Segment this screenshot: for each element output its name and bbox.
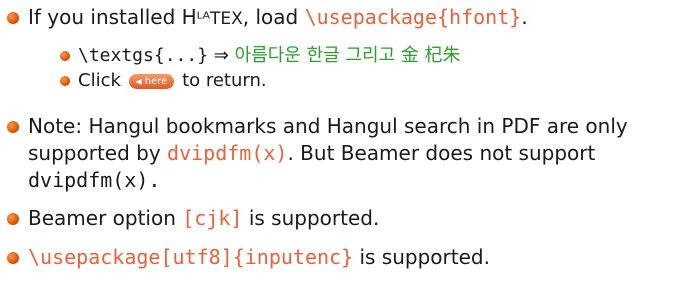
item-text-prefix: If you installed H (28, 5, 197, 29)
here-label: here (144, 76, 168, 87)
latex-logo: ᴸᴬTEX (196, 9, 243, 29)
bullet-icon (7, 12, 19, 24)
click-text: Click (78, 70, 121, 91)
note-line-3: dvipdfm(x). (28, 168, 161, 192)
korean-sample: 아름다운 한글 그리고 金 杞朱 (234, 45, 461, 66)
hfont-code: \usepackage{hfont} (304, 5, 522, 29)
note-line-1: Note: Hangul bookmarks and Hangul search… (28, 114, 628, 138)
bullet-icon (7, 213, 19, 225)
cjk-text: Beamer option (28, 206, 183, 230)
dvipdfm-code: dvipdfm(x) (167, 141, 288, 165)
cjk-suffix: is supported. (242, 206, 380, 230)
bullet-item-inputenc: \usepackage[utf8]{inputenc} is supported… (7, 244, 687, 271)
item-text-suffix: . (521, 5, 528, 29)
subitem-click-here: Click ◀ here to return. (60, 69, 687, 93)
here-button[interactable]: ◀ here (128, 74, 175, 89)
bullet-icon (60, 76, 70, 86)
bullet-item-hfont: If you installed HᴸᴬTEX, load \usepackag… (7, 4, 687, 33)
note-line-2a: supported by (28, 141, 168, 165)
cjk-code: [cjk] (182, 206, 243, 230)
bullet-icon (60, 51, 70, 61)
left-triangle-icon: ◀ (135, 77, 142, 86)
inputenc-code: \usepackage[utf8]{inputenc} (28, 245, 354, 269)
bullet-item-cjk: Beamer option [cjk] is supported. (7, 205, 687, 232)
subitem-textgs: \textgs{...} ⇒ 아름다운 한글 그리고 金 杞朱 (60, 44, 687, 68)
item-text-mid: , load (242, 5, 305, 29)
note-line-2b: . But Beamer does not support (287, 141, 596, 165)
textgs-code: \textgs{...} (78, 45, 209, 66)
return-text: to return. (182, 70, 267, 91)
bullet-item-note: Note: Hangul bookmarks and Hangul search… (7, 113, 687, 194)
note-line-2: supported by dvipdfm(x). But Beamer does… (28, 140, 687, 167)
bullet-icon (7, 121, 19, 133)
inputenc-suffix: is supported. (353, 245, 490, 269)
arrow-icon: ⇒ (213, 45, 229, 66)
slide: If you installed HᴸᴬTEX, load \usepackag… (0, 0, 695, 285)
bullet-icon (7, 252, 19, 264)
